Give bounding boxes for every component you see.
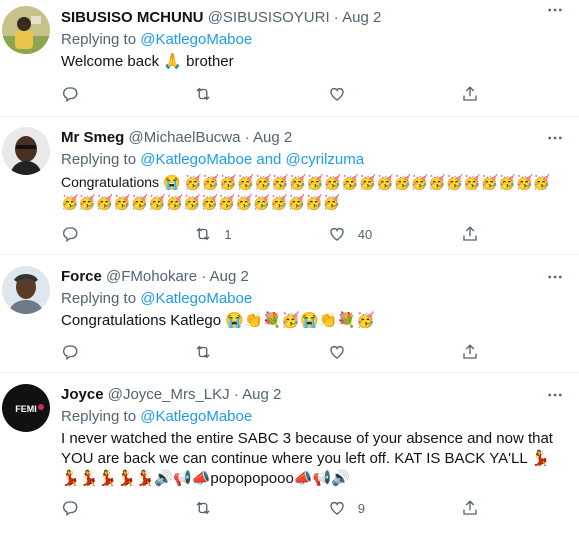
separator-dot: · xyxy=(201,268,207,285)
tweet-header: Joyce @Joyce_Mrs_LKJ · Aug 2 xyxy=(61,385,567,405)
share-icon xyxy=(463,500,477,515)
share-button[interactable] xyxy=(461,85,481,103)
like-icon xyxy=(330,501,344,515)
replying-prefix: Replying to xyxy=(61,290,137,307)
tweet-date[interactable]: Aug 2 xyxy=(253,129,292,146)
tweet[interactable]: FEMI Joyce @Joyce_Mrs_LKJ · Aug 2 Replyi… xyxy=(0,373,579,534)
like-count: 40 xyxy=(357,226,373,242)
retweet-button[interactable] xyxy=(194,343,327,361)
separator-dot: · xyxy=(333,9,339,26)
share-icon xyxy=(463,86,477,101)
replying-prefix: Replying to xyxy=(61,31,137,48)
avatar[interactable] xyxy=(2,6,50,54)
replying-to: Replying to @KatlegoMaboe xyxy=(61,289,567,309)
tweet-date[interactable]: Aug 2 xyxy=(342,9,381,26)
reply-button[interactable] xyxy=(61,343,194,361)
tweet-text: Welcome back 🙏 brother xyxy=(61,53,234,70)
user-handle[interactable]: @MichaelBucwa xyxy=(129,129,241,146)
user-handle[interactable]: @SIBUSISOYURI xyxy=(208,9,330,26)
replying-to: Replying to @KatlegoMaboe xyxy=(61,30,567,50)
like-count: 9 xyxy=(357,500,365,516)
share-button[interactable] xyxy=(461,343,481,361)
tweet-text: Congratulations Katlego 😭👏💐🥳😭👏💐🥳 xyxy=(61,312,375,329)
avatar-logo-text: FEMI xyxy=(15,404,37,414)
reply-button[interactable] xyxy=(61,85,194,103)
avatar[interactable] xyxy=(2,127,50,175)
replying-to: Replying to @KatlegoMaboe and @cyrilzuma xyxy=(61,150,567,170)
retweet-button[interactable] xyxy=(194,499,327,517)
tweet[interactable]: Mr Smeg @MichaelBucwa · Aug 2 Replying t… xyxy=(0,117,579,255)
tweet-header: Mr Smeg @MichaelBucwa · Aug 2 xyxy=(61,128,567,148)
separator-dot: · xyxy=(233,386,239,403)
like-button[interactable]: 40 xyxy=(328,225,461,243)
more-icon[interactable] xyxy=(545,128,565,148)
reply-icon xyxy=(63,87,78,103)
tweet-text: Congratulations 😭 🥳🥳🥳🥳🥳🥳🥳🥳🥳🥳🥳🥳🥳🥳🥳🥳🥳🥳🥳🥳🥳🥳… xyxy=(61,174,551,210)
reply-button[interactable] xyxy=(61,499,194,517)
mention-link[interactable]: @KatlegoMaboe xyxy=(140,290,252,307)
reply-icon xyxy=(63,345,78,361)
share-icon xyxy=(463,344,477,359)
retweet-icon xyxy=(196,227,210,241)
reply-icon xyxy=(63,227,78,243)
like-icon xyxy=(330,345,344,359)
tweet-date[interactable]: Aug 2 xyxy=(210,268,249,285)
display-name[interactable]: Mr Smeg xyxy=(61,129,124,146)
share-button[interactable] xyxy=(461,499,481,517)
reply-button[interactable] xyxy=(61,225,194,243)
display-name[interactable]: SIBUSISO MCHUNU xyxy=(61,9,204,26)
tweet-date[interactable]: Aug 2 xyxy=(242,386,281,403)
display-name[interactable]: Joyce xyxy=(61,386,104,403)
tweet-header: Force @FMohokare · Aug 2 xyxy=(61,267,567,287)
avatar[interactable]: FEMI xyxy=(2,384,50,432)
reply-icon xyxy=(63,501,78,517)
like-button[interactable] xyxy=(328,343,461,361)
like-icon xyxy=(330,227,344,241)
avatar[interactable] xyxy=(2,266,50,314)
more-icon[interactable] xyxy=(545,385,565,405)
user-handle[interactable]: @Joyce_Mrs_LKJ xyxy=(108,386,230,403)
retweet-button[interactable]: 1 xyxy=(194,225,327,243)
tweet[interactable]: SIBUSISO MCHUNU @SIBUSISOYURI · Aug 2 Re… xyxy=(0,0,579,117)
more-icon[interactable] xyxy=(545,0,565,20)
share-icon xyxy=(463,226,477,241)
mention-link[interactable]: @KatlegoMaboe xyxy=(140,31,252,48)
replying-prefix: Replying to xyxy=(61,151,137,168)
like-button[interactable] xyxy=(328,85,461,103)
mention-link[interactable]: @KatlegoMaboe and @cyrilzuma xyxy=(140,151,364,168)
tweet[interactable]: Force @FMohokare · Aug 2 Replying to @Ka… xyxy=(0,255,579,373)
retweet-icon xyxy=(196,87,210,101)
user-handle[interactable]: @FMohokare xyxy=(106,268,197,285)
retweet-count: 1 xyxy=(224,226,232,242)
like-icon xyxy=(330,87,344,101)
retweet-icon xyxy=(196,501,210,515)
replying-to: Replying to @KatlegoMaboe xyxy=(61,407,567,427)
tweet-header: SIBUSISO MCHUNU @SIBUSISOYURI · Aug 2 xyxy=(61,8,567,28)
share-button[interactable] xyxy=(461,225,481,243)
retweet-icon xyxy=(196,345,210,359)
retweet-button[interactable] xyxy=(194,85,327,103)
replying-prefix: Replying to xyxy=(61,408,137,425)
display-name[interactable]: Force xyxy=(61,268,102,285)
mention-link[interactable]: @KatlegoMaboe xyxy=(140,408,252,425)
like-button[interactable]: 9 xyxy=(328,499,461,517)
tweet-text: I never watched the entire SABC 3 becaus… xyxy=(61,430,553,487)
separator-dot: · xyxy=(244,129,250,146)
more-icon[interactable] xyxy=(545,267,565,287)
